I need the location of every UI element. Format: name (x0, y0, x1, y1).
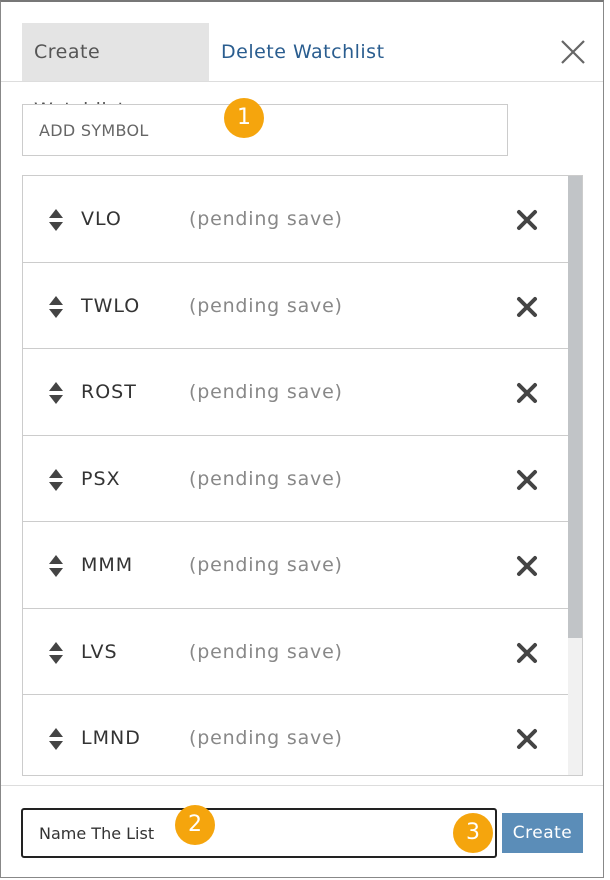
sort-arrows-icon[interactable] (48, 381, 64, 405)
sort-arrows-icon[interactable] (48, 554, 64, 578)
symbol-ticker: LVS (81, 640, 118, 663)
list-item: PSX (pending save) (23, 435, 582, 522)
page: Create Watchlist Delete Watchlist 1 VLO (… (0, 0, 610, 880)
symbol-ticker: LMND (81, 727, 141, 749)
sort-arrows-icon[interactable] (48, 208, 64, 232)
close-icon (561, 40, 585, 64)
annotation-badge-1: 1 (224, 98, 264, 138)
sort-arrows-icon[interactable] (48, 641, 64, 665)
remove-symbol-button[interactable] (515, 295, 539, 319)
annotation-badge-3: 3 (453, 813, 493, 853)
close-button[interactable] (559, 38, 587, 66)
list-item: TWLO (pending save) (23, 262, 582, 349)
add-symbol-input[interactable] (22, 104, 508, 156)
symbol-list: VLO (pending save) TWLO (pending save) ROST (… (22, 175, 583, 776)
remove-x-icon (517, 642, 537, 663)
symbol-ticker: MMM (81, 554, 134, 576)
symbol-status: (pending save) (189, 381, 343, 403)
list-item: LVS (pending save) (23, 608, 582, 695)
sort-arrows-icon[interactable] (48, 295, 64, 319)
remove-symbol-button[interactable] (515, 381, 539, 405)
remove-x-icon (517, 469, 537, 490)
annotation-badge-2: 2 (175, 805, 215, 845)
symbol-status: (pending save) (189, 208, 343, 230)
list-item: LMND (pending save) (23, 695, 582, 775)
list-name-input[interactable] (21, 808, 497, 858)
remove-symbol-button[interactable] (515, 208, 539, 232)
create-watchlist-modal: Create Watchlist Delete Watchlist 1 VLO (… (0, 0, 604, 878)
remove-x-icon (517, 729, 537, 749)
tab-delete-watchlist[interactable]: Delete Watchlist (209, 23, 397, 81)
remove-x-icon (517, 556, 537, 576)
tab-create-watchlist[interactable]: Create Watchlist (22, 23, 209, 121)
create-button[interactable]: Create (502, 813, 583, 853)
remove-symbol-button[interactable] (515, 554, 539, 578)
scrollbar-thumb[interactable] (568, 176, 582, 638)
symbol-ticker: TWLO (81, 294, 141, 317)
symbol-status: (pending save) (189, 467, 343, 490)
remove-symbol-button[interactable] (515, 727, 539, 751)
remove-x-icon (517, 383, 537, 403)
list-item: MMM (pending save) (23, 522, 582, 609)
symbol-status: (pending save) (189, 294, 343, 317)
symbol-status: (pending save) (189, 554, 343, 576)
modal-header: Create Watchlist Delete Watchlist (1, 2, 603, 121)
list-item: ROST (pending save) (23, 349, 582, 436)
remove-symbol-button[interactable] (515, 641, 539, 665)
remove-symbol-button[interactable] (515, 468, 539, 492)
symbol-ticker: ROST (81, 381, 137, 403)
remove-x-icon (517, 210, 537, 230)
list-item: VLO (pending save) (23, 176, 582, 263)
modal-footer: 2 3 Create (1, 785, 603, 879)
symbol-status: (pending save) (189, 727, 343, 749)
remove-x-icon (517, 296, 537, 317)
symbol-ticker: PSX (81, 467, 121, 490)
sort-arrows-icon[interactable] (48, 727, 64, 751)
sort-arrows-icon[interactable] (48, 468, 64, 492)
list-scrollbar[interactable] (568, 176, 582, 775)
symbol-ticker: VLO (81, 208, 122, 230)
symbol-status: (pending save) (189, 640, 343, 663)
